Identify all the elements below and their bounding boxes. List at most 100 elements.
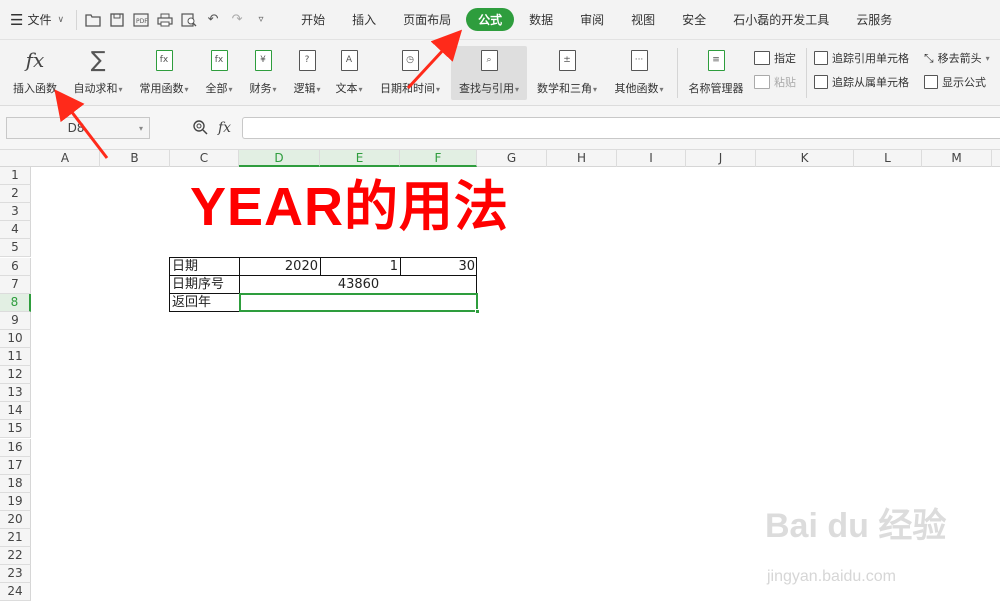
column-header-D[interactable]: D xyxy=(239,150,320,167)
tab-1[interactable]: 插入 xyxy=(340,8,388,31)
column-header-M[interactable]: M xyxy=(922,150,992,167)
row-header-12[interactable]: 12 xyxy=(0,366,31,385)
all-functions-button[interactable]: fx 全部▾ xyxy=(200,46,238,100)
row-header-10[interactable]: 10 xyxy=(0,329,31,348)
tab-5[interactable]: 审阅 xyxy=(568,8,616,31)
zoom-search-icon[interactable] xyxy=(192,119,208,138)
print-preview-icon[interactable] xyxy=(178,9,200,31)
row-header-20[interactable]: 20 xyxy=(0,510,31,529)
column-header-K[interactable]: K xyxy=(756,150,854,167)
save-icon[interactable] xyxy=(106,9,128,31)
redo-icon[interactable]: ↷ xyxy=(226,9,248,31)
name-manager-button[interactable]: ≡ 名称管理器 xyxy=(684,46,748,100)
chevron-down-icon[interactable]: ▾ xyxy=(133,124,149,133)
row-header-5[interactable]: 5 xyxy=(0,239,31,258)
math-trig-button[interactable]: ± 数学和三角▾ xyxy=(531,46,603,100)
other-functions-label: 其他函数 xyxy=(614,82,659,95)
file-menu-button[interactable]: ☰ 文件 ∨ xyxy=(0,7,72,33)
trace-dependents-button[interactable]: 追踪从属单元格 xyxy=(814,74,909,90)
open-folder-icon[interactable] xyxy=(82,9,104,31)
column-header-F[interactable]: F xyxy=(400,150,477,167)
common-functions-button[interactable]: fx 常用函数▾ xyxy=(134,46,194,100)
more-functions-icon: ··· xyxy=(627,48,651,72)
row-header-1[interactable]: 1 xyxy=(0,167,31,185)
row-header-11[interactable]: 11 xyxy=(0,348,31,366)
tab-2[interactable]: 页面布局 xyxy=(391,8,463,31)
sigma-icon: ∑ xyxy=(90,47,106,73)
tab-6[interactable]: 视图 xyxy=(619,8,667,31)
row-header-16[interactable]: 16 xyxy=(0,438,31,457)
chevron-down-icon: ∨ xyxy=(57,14,65,25)
row-header-7[interactable]: 7 xyxy=(0,275,31,294)
row-header-14[interactable]: 14 xyxy=(0,402,31,421)
row-header-3[interactable]: 3 xyxy=(0,203,31,222)
cell-D6[interactable]: 2020 xyxy=(240,258,318,276)
other-functions-button[interactable]: ··· 其他函数▾ xyxy=(608,46,670,100)
datetime-button[interactable]: ◷ 日期和时间▾ xyxy=(374,46,446,100)
column-header-G[interactable]: G xyxy=(477,150,547,167)
show-formulas-label: 显示公式 xyxy=(942,76,986,89)
cell-D7-merged[interactable]: 43860 xyxy=(240,276,477,294)
show-formulas-button[interactable]: 显示公式 xyxy=(924,74,986,90)
define-name-button[interactable]: 指定 xyxy=(754,50,796,66)
cell-F6[interactable]: 30 xyxy=(401,258,475,276)
selected-cell-D8[interactable] xyxy=(239,293,478,312)
row-header-8[interactable]: 8 xyxy=(0,293,31,312)
tab-4[interactable]: 数据 xyxy=(517,8,565,31)
trace-dependents-label: 追踪从属单元格 xyxy=(832,76,909,89)
name-box[interactable]: D8 ▾ xyxy=(6,117,150,139)
cell-E6[interactable]: 1 xyxy=(321,258,398,276)
insert-function-button[interactable]: fx 插入函数 xyxy=(8,46,62,100)
row-header-22[interactable]: 22 xyxy=(0,547,31,566)
column-header-C[interactable]: C xyxy=(170,150,239,167)
row-header-17[interactable]: 17 xyxy=(0,456,31,475)
tab-7[interactable]: 安全 xyxy=(670,8,718,31)
text-functions-button[interactable]: A 文本▾ xyxy=(330,46,368,100)
row-header-15[interactable]: 15 xyxy=(0,420,31,439)
row-header-24[interactable]: 24 xyxy=(0,583,31,602)
export-pdf-icon[interactable]: PDF xyxy=(130,9,152,31)
row-header-19[interactable]: 19 xyxy=(0,492,31,511)
column-header-J[interactable]: J xyxy=(686,150,756,167)
column-header-I[interactable]: I xyxy=(617,150,686,167)
row-header-23[interactable]: 23 xyxy=(0,565,31,584)
tab-8[interactable]: 石小磊的开发工具 xyxy=(721,8,841,31)
lookup-reference-button[interactable]: ⌕ 查找与引用▾ xyxy=(451,46,527,100)
column-header-H[interactable]: H xyxy=(547,150,617,167)
formula-input[interactable] xyxy=(242,117,1000,139)
logical-button[interactable]: ? 逻辑▾ xyxy=(288,46,326,100)
cell-C8[interactable]: 返回年 xyxy=(172,294,211,312)
row-header-21[interactable]: 21 xyxy=(0,529,31,547)
tab-3[interactable]: 公式 xyxy=(466,8,515,31)
column-header-B[interactable]: B xyxy=(100,150,170,167)
row-header-2[interactable]: 2 xyxy=(0,185,31,204)
tab-9[interactable]: 云服务 xyxy=(844,8,904,31)
math-trig-label: 数学和三角 xyxy=(536,82,592,95)
trace-precedents-button[interactable]: 追踪引用单元格 xyxy=(814,50,909,66)
column-header-E[interactable]: E xyxy=(320,150,400,167)
define-name-label: 指定 xyxy=(774,52,796,65)
undo-icon[interactable]: ↶ xyxy=(202,9,224,31)
clock-icon: ◷ xyxy=(398,48,422,72)
financial-button[interactable]: ¥ 财务▾ xyxy=(244,46,282,100)
cell-C7[interactable]: 日期序号 xyxy=(172,276,224,294)
insert-function-fx-icon[interactable]: fx xyxy=(218,120,231,136)
autosum-button[interactable]: ∑ 自动求和▾ xyxy=(68,46,128,100)
lookup-icon: ⌕ xyxy=(477,48,501,72)
remove-arrows-button[interactable]: ⤡ 移去箭头 ▾ xyxy=(924,50,990,66)
row-header-9[interactable]: 9 xyxy=(0,311,31,330)
column-header-L[interactable]: L xyxy=(854,150,922,167)
row-header-13[interactable]: 13 xyxy=(0,384,31,403)
paste-name-button[interactable]: 粘贴 xyxy=(754,74,796,90)
row-header-6[interactable]: 6 xyxy=(0,257,31,276)
remove-arrows-label: 移去箭头 xyxy=(937,52,982,65)
column-header-A[interactable]: A xyxy=(31,150,100,167)
customize-toolbar-icon[interactable]: ▿ xyxy=(250,9,272,31)
fill-handle[interactable] xyxy=(475,309,480,314)
common-functions-label: 常用函数 xyxy=(139,82,184,95)
row-header-18[interactable]: 18 xyxy=(0,474,31,493)
tab-0[interactable]: 开始 xyxy=(289,8,337,31)
cell-C6[interactable]: 日期 xyxy=(172,258,198,276)
row-header-4[interactable]: 4 xyxy=(0,221,31,240)
print-icon[interactable] xyxy=(154,9,176,31)
